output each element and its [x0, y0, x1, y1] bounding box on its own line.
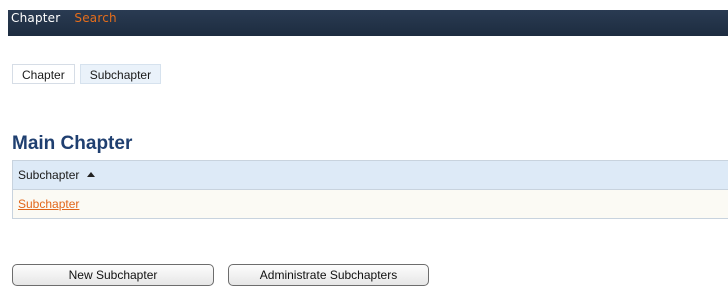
tab-chapter[interactable]: Chapter [12, 64, 75, 84]
page-title: Main Chapter [12, 133, 133, 154]
top-navigation-bar: Chapter Search [8, 10, 728, 36]
table-row: Subchapter [13, 190, 728, 219]
column-header-label: Subchapter [18, 168, 80, 182]
tab-strip: Chapter Subchapter [12, 64, 162, 84]
nav-link-chapter[interactable]: Chapter [11, 10, 60, 25]
new-subchapter-button[interactable]: New Subchapter [12, 264, 214, 286]
sort-ascending-icon [87, 172, 96, 178]
column-header-subchapter[interactable]: Subchapter [13, 161, 728, 190]
tab-subchapter[interactable]: Subchapter [79, 64, 162, 84]
administrate-subchapters-button[interactable]: Administrate Subchapters [228, 264, 429, 286]
nav-link-search[interactable]: Search [74, 10, 116, 25]
subchapter-grid: Subchapter Subchapter [12, 160, 728, 219]
subchapter-link[interactable]: Subchapter [18, 197, 79, 211]
